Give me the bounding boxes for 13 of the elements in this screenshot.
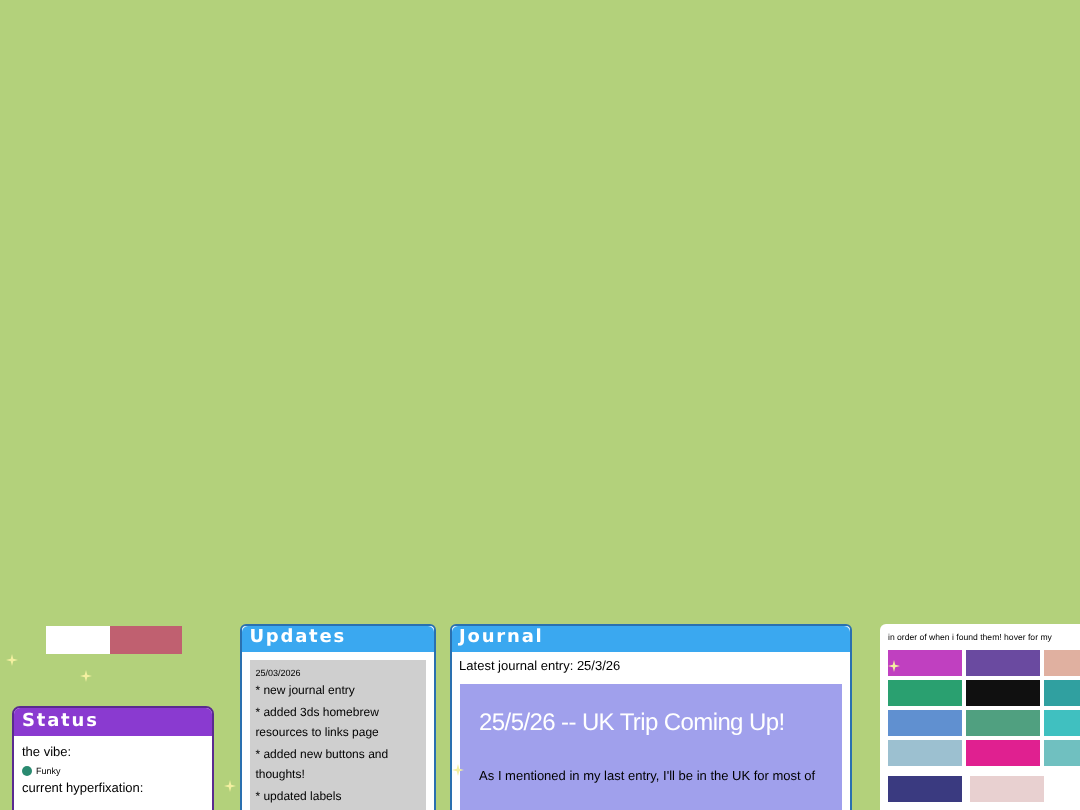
panel-header: Status	[14, 708, 212, 736]
banner-image	[46, 626, 182, 654]
sparkle-icon	[224, 780, 236, 792]
link-button-image[interactable]	[966, 680, 1040, 707]
sparkle-icon	[452, 764, 464, 776]
link-button-image[interactable]	[888, 776, 962, 803]
entry-title: 25/5/26 -- UK Trip Coming Up!	[479, 705, 787, 740]
sparkle-icon	[80, 670, 92, 682]
sparkle-icon	[6, 654, 18, 666]
panel-header: Journal	[451, 626, 850, 652]
sparkle-icon	[888, 660, 900, 672]
link-button-image[interactable]	[966, 650, 1040, 677]
panel-header: Updates	[241, 626, 434, 652]
